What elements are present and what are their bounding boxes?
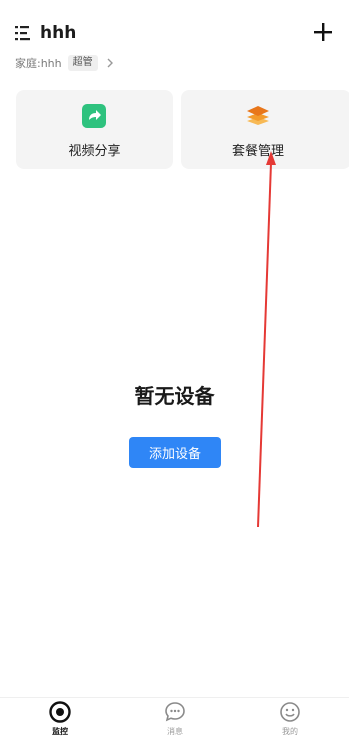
tab-mine[interactable]: 我的 — [260, 701, 320, 737]
share-arrow-icon — [82, 104, 106, 128]
package-management-card[interactable]: 套餐管理 — [181, 90, 349, 169]
tab-monitor[interactable]: 监控 — [30, 701, 90, 737]
menu-list-icon[interactable] — [15, 25, 35, 41]
chevron-right-icon — [107, 58, 113, 68]
empty-state-title: 暂无设备 — [134, 384, 215, 408]
add-device-button[interactable]: 添加设备 — [129, 437, 221, 468]
chat-bubble-icon — [165, 702, 185, 722]
family-switcher[interactable]: 家庭:hhh 超管 — [15, 54, 114, 72]
video-share-label: 视频分享 — [68, 144, 121, 159]
tab-messages-label: 消息 — [167, 727, 183, 736]
smiley-face-icon — [280, 702, 300, 722]
header: hhh 家庭:hhh 超管 — [0, 0, 349, 78]
role-badge: 超管 — [67, 55, 98, 71]
package-management-label: 套餐管理 — [231, 144, 284, 159]
monitor-eye-icon — [49, 701, 71, 723]
layers-icon — [247, 106, 269, 125]
tab-mine-label: 我的 — [282, 727, 298, 736]
tab-monitor-label: 监控 — [52, 727, 68, 736]
video-share-card[interactable]: 视频分享 — [16, 90, 173, 169]
tab-messages[interactable]: 消息 — [145, 701, 205, 737]
bottom-tab-bar: 监控 消息 我的 — [0, 697, 349, 741]
add-plus-icon[interactable] — [313, 22, 333, 42]
home-name[interactable]: hhh — [40, 22, 76, 44]
quick-actions: 视频分享 套餐管理 — [16, 90, 349, 169]
family-label: 家庭:hhh — [15, 57, 62, 70]
